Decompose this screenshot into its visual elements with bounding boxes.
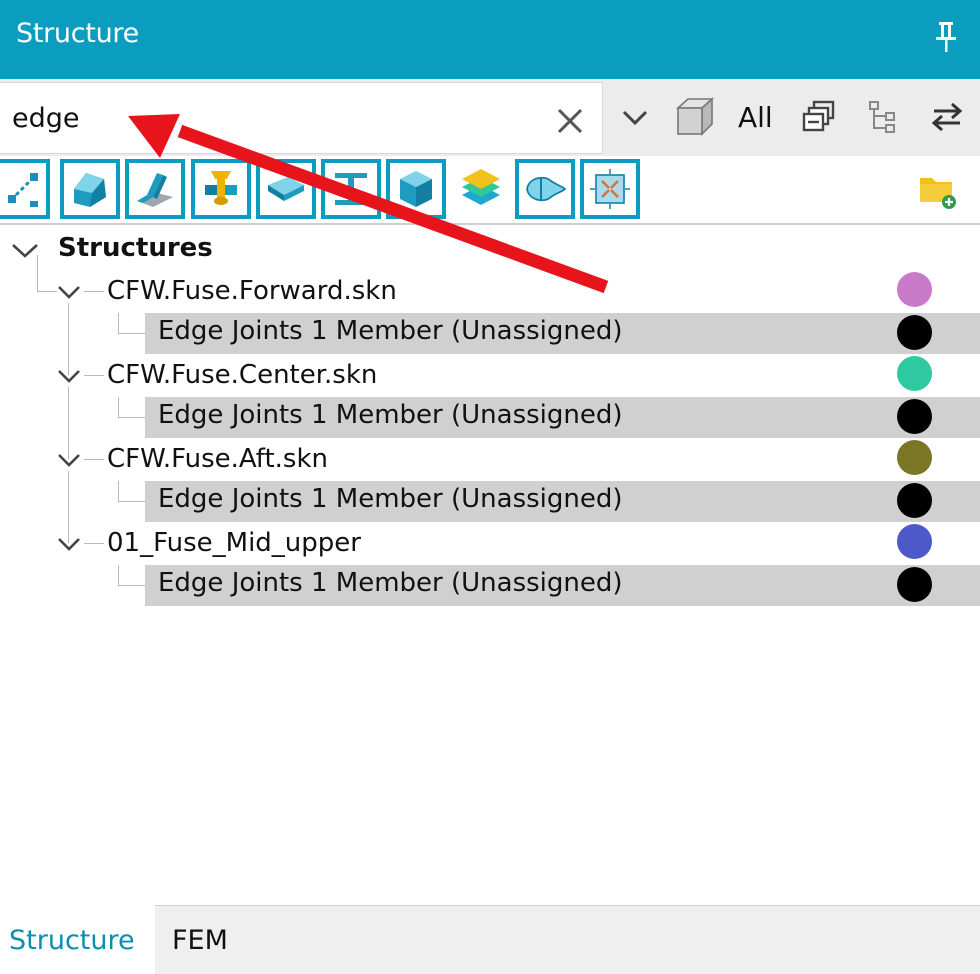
angle-filter-button[interactable] xyxy=(125,159,185,219)
new-folder-icon[interactable] xyxy=(918,172,958,210)
zone-filter-button[interactable] xyxy=(580,159,640,219)
clear-search-icon[interactable] xyxy=(556,107,584,135)
structure-tree: Structures CFW.Fuse.Forward.skn Edge Joi… xyxy=(0,227,980,905)
tab-fem[interactable]: FEM xyxy=(155,906,275,974)
nodes-filter-button[interactable] xyxy=(0,159,50,219)
color-swatch[interactable] xyxy=(897,272,932,307)
panel-title: Structure xyxy=(16,18,139,49)
beam-filter-button[interactable] xyxy=(321,159,381,219)
tree-connector xyxy=(68,303,69,333)
airfoil-icon xyxy=(526,176,567,202)
zone-icon xyxy=(590,169,630,209)
chevron-down-icon[interactable] xyxy=(56,536,82,552)
cube-icon[interactable] xyxy=(674,96,716,138)
tab-structure[interactable]: Structure xyxy=(0,905,155,974)
tree-connector xyxy=(118,501,145,502)
tree-connector xyxy=(118,333,145,334)
chevron-down-icon[interactable] xyxy=(56,284,82,300)
tree-view-icon[interactable] xyxy=(868,100,898,134)
tree-node-label[interactable]: CFW.Fuse.Aft.skn xyxy=(107,444,328,474)
swap-icon[interactable] xyxy=(930,102,964,132)
surface-icon xyxy=(74,173,106,207)
color-swatch[interactable] xyxy=(897,524,932,559)
tree-connector xyxy=(118,565,119,585)
color-swatch[interactable] xyxy=(897,356,932,391)
chevron-down-icon[interactable] xyxy=(10,242,40,260)
angle-icon xyxy=(137,173,173,207)
tree-node-label[interactable]: 01_Fuse_Mid_upper xyxy=(107,528,361,558)
solid-icon xyxy=(400,171,432,207)
tree-connector xyxy=(118,585,145,586)
title-bar: Structure xyxy=(0,0,980,79)
tree-child-label: Edge Joints 1 Member (Unassigned) xyxy=(158,484,623,514)
tree-connector xyxy=(37,255,38,291)
tree-child-row[interactable]: Edge Joints 1 Member (Unassigned) xyxy=(145,313,980,354)
color-swatch[interactable] xyxy=(897,315,932,350)
tree-child-label: Edge Joints 1 Member (Unassigned) xyxy=(158,316,623,346)
beam-icon xyxy=(335,173,367,205)
chevron-down-icon[interactable] xyxy=(56,452,82,468)
nodes-icon xyxy=(8,173,38,207)
surface-filter-button[interactable] xyxy=(60,159,120,219)
filter-all-label[interactable]: All xyxy=(738,101,773,134)
tree-connector xyxy=(84,375,104,376)
chevron-down-icon[interactable] xyxy=(621,108,649,128)
tree-root-label[interactable]: Structures xyxy=(58,233,213,263)
search-box xyxy=(0,82,603,154)
fastener-icon xyxy=(205,171,237,205)
panel-icon xyxy=(268,177,304,201)
solid-filter-button[interactable] xyxy=(386,159,446,219)
tree-connector xyxy=(118,417,145,418)
tree-connector xyxy=(68,471,69,501)
fastener-filter-button[interactable] xyxy=(191,159,251,219)
color-swatch[interactable] xyxy=(897,483,932,518)
tree-child-label: Edge Joints 1 Member (Unassigned) xyxy=(158,568,623,598)
layers-icon[interactable] xyxy=(458,165,504,211)
tree-connector xyxy=(118,313,119,333)
tree-node-label[interactable]: CFW.Fuse.Center.skn xyxy=(107,360,377,390)
tree-child-row[interactable]: Edge Joints 1 Member (Unassigned) xyxy=(145,481,980,522)
tree-child-row[interactable]: Edge Joints 1 Member (Unassigned) xyxy=(145,565,980,606)
tree-connector xyxy=(84,543,104,544)
tree-node-label[interactable]: CFW.Fuse.Forward.skn xyxy=(107,276,397,306)
color-swatch[interactable] xyxy=(897,399,932,434)
panel-filter-button[interactable] xyxy=(256,159,316,219)
tree-connector xyxy=(68,387,69,417)
chevron-down-icon[interactable] xyxy=(56,368,82,384)
pin-icon[interactable] xyxy=(930,20,962,54)
tree-child-label: Edge Joints 1 Member (Unassigned) xyxy=(158,400,623,430)
tab-fem-label: FEM xyxy=(172,925,228,956)
tree-connector xyxy=(118,481,119,501)
stack-icon[interactable] xyxy=(802,100,836,134)
airfoil-filter-button[interactable] xyxy=(515,159,575,219)
tree-connector xyxy=(84,459,104,460)
tab-structure-label: Structure xyxy=(9,925,135,956)
color-swatch[interactable] xyxy=(897,567,932,602)
tree-connector xyxy=(118,397,119,417)
tree-connector xyxy=(84,291,104,292)
bottom-tab-bar: Structure FEM xyxy=(0,905,980,974)
tree-connector xyxy=(37,291,57,292)
color-swatch[interactable] xyxy=(897,440,932,475)
tree-child-row[interactable]: Edge Joints 1 Member (Unassigned) xyxy=(145,397,980,438)
search-input[interactable] xyxy=(12,97,532,139)
